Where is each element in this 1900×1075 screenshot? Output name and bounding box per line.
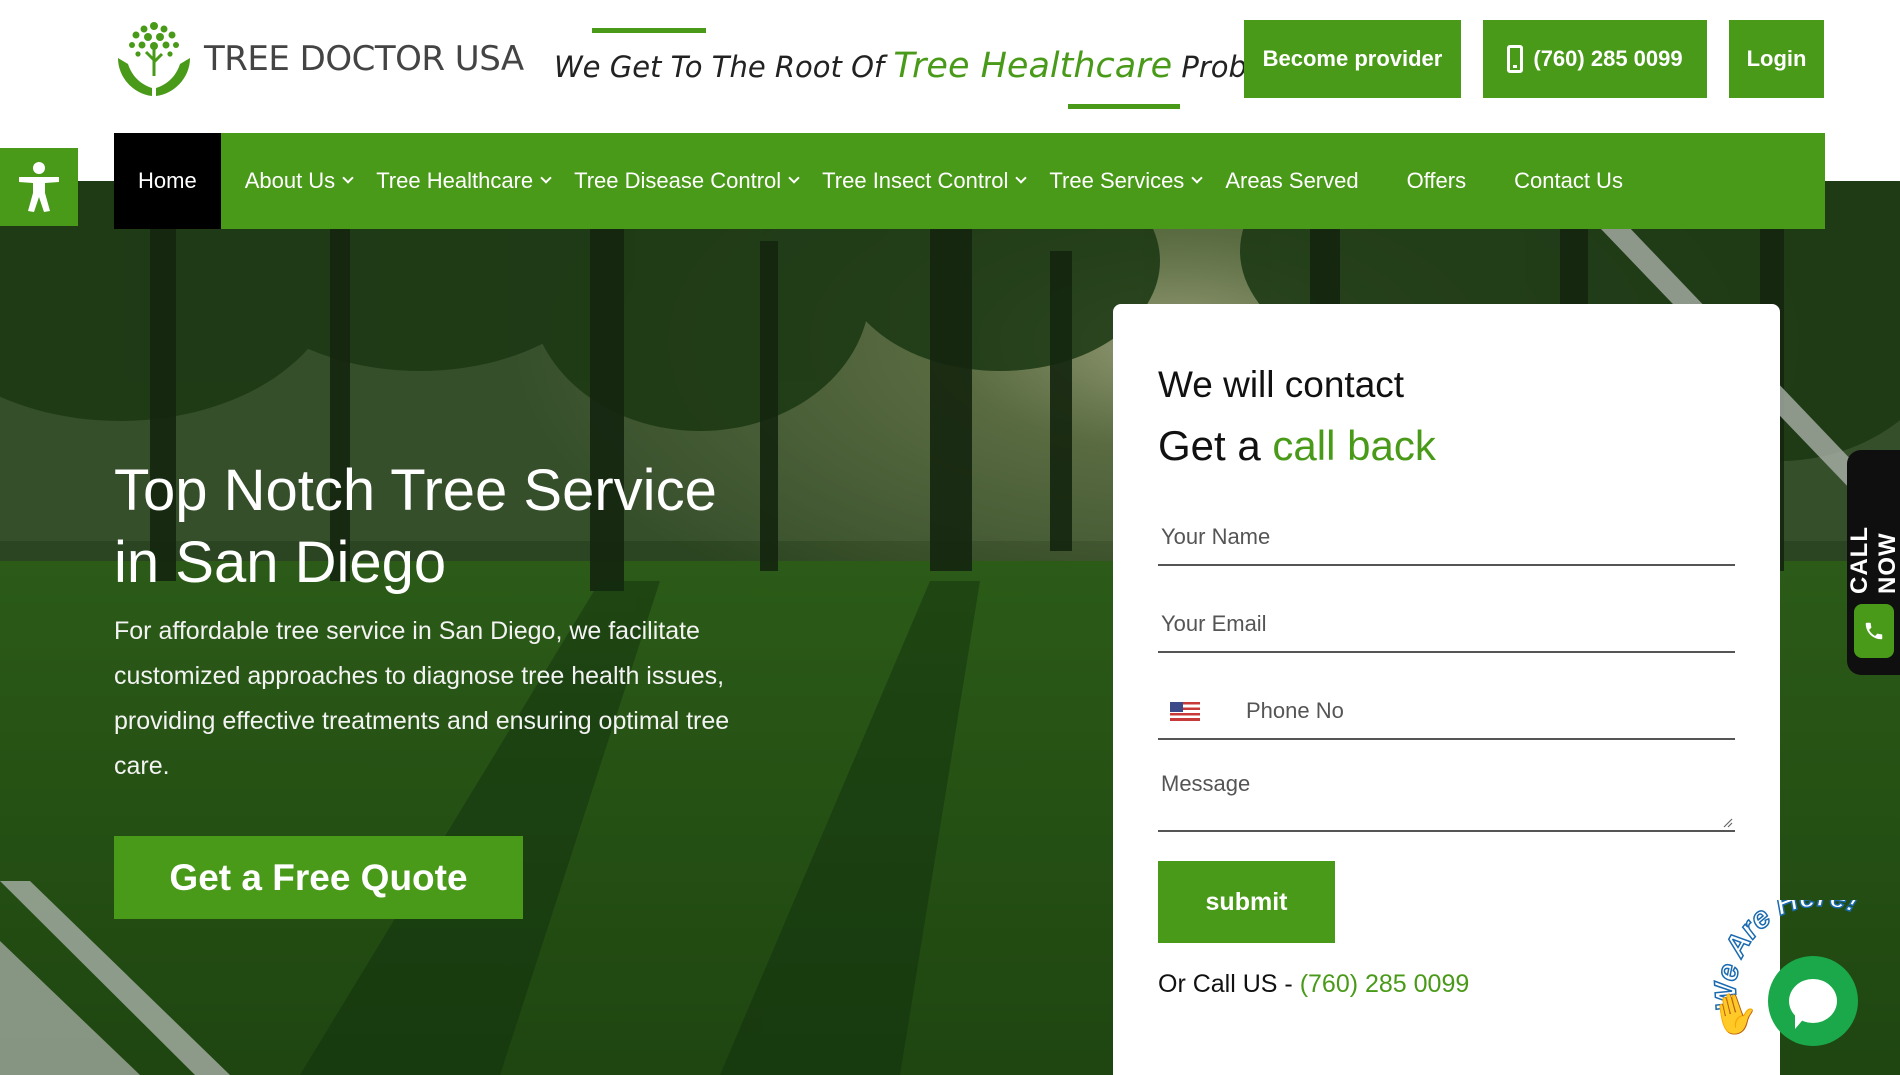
form-subheading-highlight: call back — [1272, 422, 1436, 469]
chat-button[interactable] — [1768, 956, 1858, 1046]
resize-handle-icon[interactable] — [1721, 816, 1733, 828]
chevron-down-icon — [1191, 172, 1203, 184]
phone-input[interactable]: Phone No — [1158, 684, 1735, 740]
tagline-highlight: Tree Healthcare — [893, 46, 1173, 86]
hero-title: Top Notch Tree Service in San Diego — [114, 455, 834, 599]
tagline-accent-bottom — [1068, 104, 1180, 109]
chat-icon — [1789, 979, 1837, 1029]
tree-hands-logo-icon — [118, 22, 190, 96]
email-placeholder: Your Email — [1161, 611, 1267, 636]
message-textarea[interactable]: Message — [1158, 759, 1735, 832]
become-provider-button[interactable]: Become provider — [1244, 20, 1461, 98]
or-call-number-link[interactable]: (760) 285 0099 — [1300, 970, 1470, 998]
message-placeholder: Message — [1161, 771, 1251, 796]
nav-item-offers[interactable]: Offers — [1407, 133, 1467, 229]
nav-item-label: Areas Served — [1225, 168, 1359, 193]
call-now-label: CALL NOW — [1846, 526, 1900, 594]
name-input[interactable]: Your Name — [1158, 510, 1735, 566]
login-button[interactable]: Login — [1729, 20, 1824, 98]
nav-item-areas-served[interactable]: Areas Served — [1225, 133, 1358, 229]
chevron-down-icon — [788, 172, 800, 184]
nav-item-home[interactable]: Home — [114, 133, 221, 229]
call-now-button[interactable] — [1854, 604, 1894, 658]
accessibility-button[interactable] — [0, 148, 78, 226]
nav-item-label: Offers — [1406, 168, 1467, 193]
become-provider-label: Become provider — [1262, 46, 1443, 71]
hero-title-line1: Top Notch Tree Service — [114, 458, 717, 523]
handset-icon — [1865, 622, 1883, 640]
phone-icon — [1507, 45, 1524, 73]
nav-item-label: Tree Disease Control — [574, 168, 782, 193]
or-call-text: Or Call US - (760) 285 0099 — [1158, 970, 1469, 999]
chevron-down-icon — [342, 172, 354, 184]
phone-placeholder: Phone No — [1246, 698, 1344, 723]
or-call-label: Or Call US - — [1158, 970, 1300, 998]
main-nav: Home About Us Tree Healthcare Tree Disea… — [114, 133, 1825, 229]
login-label: Login — [1746, 46, 1807, 71]
accessibility-icon — [19, 162, 59, 212]
call-now-tab[interactable]: CALL NOW — [1846, 450, 1900, 675]
hero-section: Top Notch Tree Service in San Diego For … — [0, 181, 1900, 1075]
nav-item-contact-us[interactable]: Contact Us — [1514, 133, 1623, 229]
nav-item-label: Home — [138, 168, 197, 193]
site-header: TREE DOCTOR USA We Get To The Root Of Tr… — [0, 0, 1900, 134]
nav-item-tree-healthcare[interactable]: Tree Healthcare — [376, 133, 552, 229]
nav-item-label: About Us — [244, 168, 336, 193]
hero-description: For affordable tree service in San Diego… — [114, 617, 730, 780]
nav-item-label: Contact Us — [1514, 168, 1623, 193]
tagline-accent-top — [592, 28, 706, 33]
chevron-down-icon — [540, 172, 552, 184]
free-quote-button[interactable]: Get a Free Quote — [114, 836, 523, 919]
form-subheading-prefix: Get a — [1158, 422, 1273, 469]
name-placeholder: Your Name — [1161, 524, 1271, 549]
logo-text: TREE DOCTOR USA — [204, 39, 524, 79]
nav-item-tree-disease-control[interactable]: Tree Disease Control — [574, 133, 800, 229]
hero-title-line2: in San Diego — [114, 530, 447, 595]
phone-label: (760) 285 0099 — [1533, 46, 1683, 71]
nav-item-label: Tree Healthcare — [376, 168, 534, 193]
callback-form: We will contact Get a call back Your Nam… — [1113, 304, 1780, 1075]
email-input[interactable]: Your Email — [1158, 597, 1735, 653]
form-subheading: Get a call back — [1158, 422, 1436, 470]
tagline: We Get To The Root Of Tree Healthcare Pr… — [554, 46, 1316, 86]
submit-button[interactable]: submit — [1158, 861, 1335, 943]
nav-item-label: Tree Insect Control — [822, 168, 1009, 193]
nav-item-tree-insect-control[interactable]: Tree Insect Control — [822, 133, 1028, 229]
nav-item-about-us[interactable]: About Us — [244, 133, 354, 229]
phone-button[interactable]: (760) 285 0099 — [1483, 20, 1707, 98]
chevron-down-icon — [1015, 172, 1028, 184]
tagline-prefix: We Get To The Root Of — [554, 50, 894, 84]
form-heading: We will contact — [1158, 364, 1405, 405]
nav-item-label: Tree Services — [1049, 168, 1185, 193]
site-logo[interactable]: TREE DOCTOR USA — [114, 18, 524, 100]
us-flag-icon[interactable] — [1170, 701, 1200, 721]
nav-item-tree-services[interactable]: Tree Services — [1049, 133, 1203, 229]
